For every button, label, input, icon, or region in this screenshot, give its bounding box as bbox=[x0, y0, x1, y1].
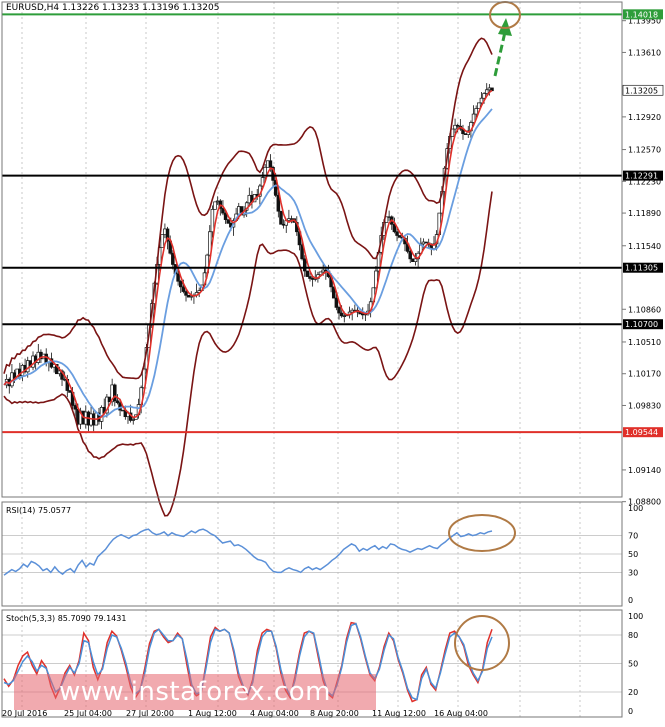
x-tick-label: 25 Jul 04:00 bbox=[64, 709, 112, 718]
level-label: 1.14018 bbox=[625, 10, 658, 19]
candle-body bbox=[184, 291, 188, 296]
rsi-y-tick-label: 100 bbox=[628, 504, 643, 513]
x-tick-label: 8 Aug 20:00 bbox=[310, 709, 359, 718]
candle-body bbox=[408, 251, 412, 260]
level-label: 1.10700 bbox=[625, 320, 658, 329]
x-tick-label: 27 Jul 20:00 bbox=[126, 709, 174, 718]
stoch-y-tick-label: 20 bbox=[628, 688, 638, 697]
price-y-tick-label: 1.11890 bbox=[628, 209, 661, 218]
x-tick-label: 20 Jul 2016 bbox=[2, 709, 47, 718]
candle-body bbox=[226, 219, 230, 224]
level-label: 1.09544 bbox=[625, 428, 658, 437]
price-panel bbox=[2, 1, 622, 517]
level-label: 1.11305 bbox=[625, 264, 658, 273]
price-y-tick-label: 1.10510 bbox=[628, 338, 661, 347]
candle-body bbox=[395, 231, 399, 236]
candle-body bbox=[484, 89, 489, 94]
candle-body bbox=[479, 97, 484, 104]
price-y-tick-label: 1.11540 bbox=[628, 242, 661, 251]
rsi-panel: RSI(14) 75.0577 bbox=[2, 506, 622, 576]
x-tick-label: 16 Aug 04:00 bbox=[434, 709, 488, 718]
price-y-tick-label: 1.10860 bbox=[628, 305, 661, 314]
stoch-y-tick-label: 50 bbox=[628, 660, 638, 669]
candle-body bbox=[213, 201, 217, 210]
price-y-tick-label: 1.09830 bbox=[628, 401, 661, 410]
rsi-y-tick-label: 50 bbox=[628, 550, 638, 559]
moving-average-slow-line bbox=[3, 108, 493, 418]
axes: 1.139501.136101.129201.125701.122301.118… bbox=[1, 1, 664, 718]
bollinger-lower-line bbox=[3, 191, 493, 517]
candle-body bbox=[160, 234, 165, 248]
rsi-y-tick-label: 70 bbox=[628, 532, 638, 541]
candle-body bbox=[268, 160, 273, 168]
candle-body bbox=[334, 297, 339, 308]
stoch-title: Stoch(5,3,3) 85.7090 79.1431 bbox=[6, 614, 126, 623]
price-y-tick-label: 1.10170 bbox=[628, 370, 661, 379]
price-y-tick-label: 1.12570 bbox=[628, 146, 661, 155]
price-y-tick-label: 1.13610 bbox=[628, 48, 661, 57]
rsi-line bbox=[3, 528, 493, 576]
x-tick-label: 4 Aug 04:00 bbox=[250, 709, 299, 718]
candle-body bbox=[210, 208, 215, 233]
rsi-y-tick-label: 30 bbox=[628, 568, 638, 577]
x-tick-label: 11 Aug 12:00 bbox=[372, 709, 426, 718]
current-price-tag: 1.13205 bbox=[625, 86, 658, 95]
stoch-y-tick-label: 80 bbox=[628, 631, 638, 640]
rsi-y-tick-label: 0 bbox=[628, 596, 633, 605]
candle-body bbox=[171, 252, 175, 265]
x-tick-label: 1 Aug 12:00 bbox=[188, 709, 237, 718]
symbol-header: EURUSD,H4 1.13226 1.13233 1.13196 1.1320… bbox=[6, 3, 220, 13]
candle-body bbox=[305, 270, 310, 277]
candle-body bbox=[181, 286, 186, 292]
candle-body bbox=[339, 312, 344, 317]
candle-body bbox=[413, 258, 418, 262]
candle-body bbox=[279, 210, 283, 225]
rsi-title: RSI(14) 75.0577 bbox=[6, 506, 71, 515]
level-label: 1.12291 bbox=[625, 172, 658, 181]
watermark-text: www.instaforex.com bbox=[59, 677, 331, 707]
stoch-y-tick-label: 0 bbox=[628, 707, 633, 716]
candle-body bbox=[302, 258, 307, 272]
watermark: www.instaforex.com bbox=[14, 674, 376, 710]
price-y-tick-label: 1.09140 bbox=[628, 466, 661, 475]
stoch-y-tick-label: 100 bbox=[628, 612, 643, 621]
price-y-tick-label: 1.12920 bbox=[628, 113, 661, 122]
candle-body bbox=[176, 273, 180, 282]
chart-svg: RSI(14) 75.0577 Stoch(5,3,3) 85.7090 79.… bbox=[1, 1, 664, 718]
candle-body bbox=[477, 102, 481, 109]
candle-body bbox=[178, 280, 183, 288]
candle-body bbox=[73, 405, 77, 410]
projection-arrow-line bbox=[493, 31, 507, 77]
candle-body bbox=[337, 307, 341, 314]
chart-root: RSI(14) 75.0577 Stoch(5,3,3) 85.7090 79.… bbox=[0, 0, 665, 723]
candle-body bbox=[474, 108, 478, 115]
